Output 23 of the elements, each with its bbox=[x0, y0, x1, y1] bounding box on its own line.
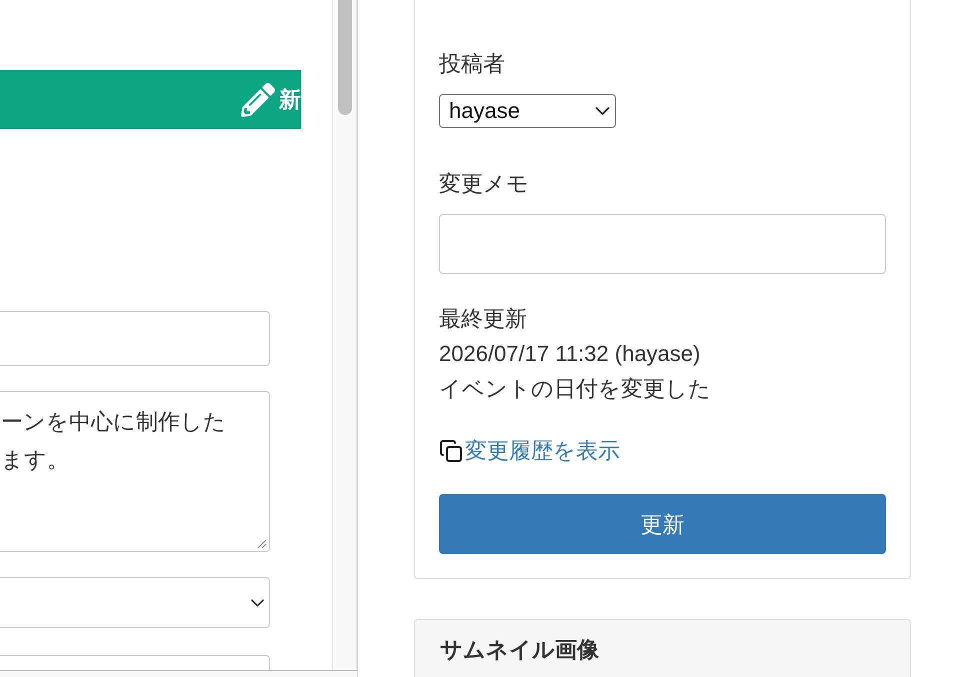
last-updated-note: イベントの日付を変更した bbox=[439, 375, 711, 403]
select-field[interactable] bbox=[0, 577, 270, 628]
resize-grip-icon bbox=[257, 539, 267, 549]
textarea-text: ます。 bbox=[1, 446, 69, 474]
banner-title: 新 bbox=[279, 88, 301, 110]
author-select[interactable]: hayase bbox=[439, 94, 616, 128]
thumbnail-title: サムネイル画像 bbox=[440, 637, 599, 662]
change-memo-input[interactable] bbox=[439, 214, 886, 274]
last-updated-label: 最終更新 bbox=[439, 305, 527, 333]
last-updated-timestamp: 2026/07/17 11:32 (hayase) bbox=[439, 340, 700, 368]
input-field[interactable] bbox=[0, 655, 270, 670]
scrollbar-thumb[interactable] bbox=[338, 0, 352, 115]
author-label: 投稿者 bbox=[439, 50, 505, 78]
textarea-field[interactable]: ーンを中心に制作した ます。 bbox=[0, 391, 270, 552]
pencil-icon bbox=[241, 82, 275, 116]
chevron-down-icon bbox=[595, 107, 610, 115]
chevron-down-icon bbox=[251, 598, 264, 606]
update-button[interactable]: 更新 bbox=[439, 494, 886, 554]
change-memo-label: 変更メモ bbox=[439, 170, 529, 198]
history-link[interactable]: 変更履歴を表示 bbox=[465, 433, 620, 468]
textarea-text: ーンを中心に制作した bbox=[1, 408, 226, 436]
copy-icon bbox=[439, 438, 463, 462]
input-field[interactable] bbox=[0, 311, 270, 366]
